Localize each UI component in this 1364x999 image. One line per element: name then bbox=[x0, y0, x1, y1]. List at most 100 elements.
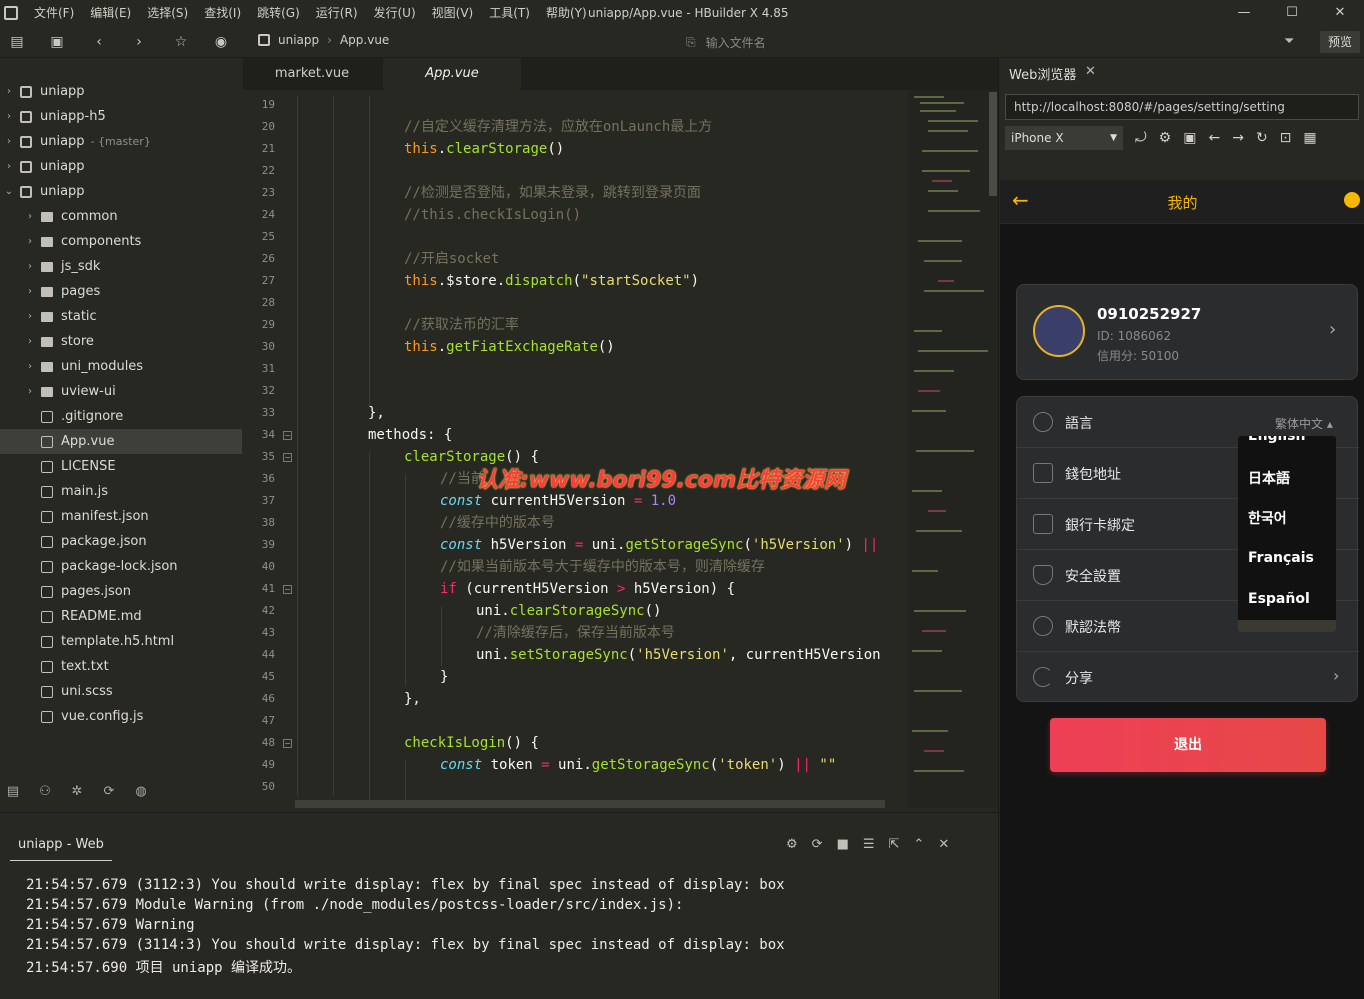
chevron-icon[interactable]: › bbox=[25, 311, 35, 322]
open-external-icon[interactable]: ⇱ bbox=[889, 837, 900, 852]
tree-item[interactable]: › uniapp bbox=[0, 79, 242, 104]
screenshot-icon[interactable]: ▣ bbox=[1183, 130, 1196, 146]
tree-item[interactable]: LICENSE bbox=[0, 454, 242, 479]
device-select[interactable]: iPhone X ▼ bbox=[1005, 126, 1123, 150]
chevron-icon[interactable]: › bbox=[25, 286, 35, 297]
fold-toggle-icon[interactable]: − bbox=[283, 431, 292, 440]
tree-item[interactable]: › pages bbox=[0, 279, 242, 304]
tree-item[interactable]: › common bbox=[0, 204, 242, 229]
tree-item[interactable]: App.vue bbox=[0, 429, 242, 454]
tree-item[interactable]: README.md bbox=[0, 604, 242, 629]
tree-item[interactable]: manifest.json bbox=[0, 504, 242, 529]
chevron-icon[interactable]: › bbox=[25, 236, 35, 247]
menu-select[interactable]: 选择(S) bbox=[139, 0, 196, 26]
editor-horizontal-scrollbar[interactable] bbox=[295, 800, 885, 808]
editor-vertical-scrollbar[interactable] bbox=[988, 90, 998, 808]
browser-tab-close-icon[interactable]: ✕ bbox=[1085, 64, 1096, 79]
chevron-icon[interactable]: ⌄ bbox=[4, 186, 14, 197]
menu-view[interactable]: 视图(V) bbox=[424, 0, 482, 26]
chevron-icon[interactable]: › bbox=[25, 261, 35, 272]
tree-item[interactable]: › components bbox=[0, 229, 242, 254]
fold-toggle-icon[interactable]: − bbox=[283, 453, 292, 462]
language-option-korean[interactable]: 한국어 bbox=[1248, 508, 1287, 528]
user-card[interactable]: 0910252927 ID: 1086062 信用分: 50100 › bbox=[1016, 284, 1358, 380]
explorer-icon[interactable]: ▤ bbox=[4, 784, 22, 802]
language-option-english[interactable]: English bbox=[1248, 436, 1305, 444]
forward-icon[interactable]: › bbox=[130, 33, 148, 51]
close-button[interactable]: ✕ bbox=[1316, 0, 1364, 26]
flame-icon[interactable] bbox=[1344, 192, 1360, 208]
back-icon[interactable]: ‹ bbox=[90, 33, 108, 51]
debug-bug-icon[interactable]: ✲ bbox=[68, 784, 86, 802]
browser-tab[interactable]: Web浏览器 bbox=[1009, 64, 1076, 83]
breadcrumb-file[interactable]: App.vue bbox=[340, 33, 389, 47]
filter-icon[interactable]: ⏷ bbox=[1284, 34, 1294, 49]
chevron-icon[interactable]: › bbox=[4, 86, 14, 97]
minimize-button[interactable]: — bbox=[1220, 0, 1268, 26]
tree-item[interactable]: › store bbox=[0, 329, 242, 354]
chevron-icon[interactable]: › bbox=[25, 386, 35, 397]
tree-item[interactable]: › uview-ui bbox=[0, 379, 242, 404]
logout-button[interactable]: 退出 bbox=[1050, 718, 1326, 772]
tree-item[interactable]: main.js bbox=[0, 479, 242, 504]
tab-app-vue[interactable]: App.vue bbox=[383, 58, 521, 90]
language-option-french[interactable]: Français bbox=[1248, 550, 1314, 566]
menu-run[interactable]: 运行(R) bbox=[308, 0, 366, 26]
restart-icon[interactable]: ⟳ bbox=[812, 837, 823, 852]
tree-item[interactable]: ⌄ uniapp bbox=[0, 179, 242, 204]
tree-item[interactable]: uni.scss bbox=[0, 679, 242, 704]
menu-tools[interactable]: 工具(T) bbox=[481, 0, 538, 26]
tree-item[interactable]: package.json bbox=[0, 529, 242, 554]
tree-item[interactable]: vue.config.js bbox=[0, 704, 242, 729]
file-search-input[interactable]: ⎘ 输入文件名 bbox=[686, 32, 1266, 52]
forward-arrow-icon[interactable]: → bbox=[1232, 130, 1244, 146]
language-option-japanese[interactable]: 日本語 bbox=[1248, 468, 1290, 488]
favorite-star-icon[interactable]: ☆ bbox=[172, 33, 190, 51]
back-arrow-icon[interactable]: ← bbox=[1208, 130, 1220, 146]
tree-item[interactable]: › uniapp - {master} bbox=[0, 129, 242, 154]
tree-item[interactable]: › uni_modules bbox=[0, 354, 242, 379]
chevron-icon[interactable]: › bbox=[25, 361, 35, 372]
tree-item[interactable]: text.txt bbox=[0, 654, 242, 679]
settings-icon[interactable]: ⚙ bbox=[1159, 130, 1172, 146]
tree-item[interactable]: template.h5.html bbox=[0, 629, 242, 654]
tree-item[interactable]: › uniapp-h5 bbox=[0, 104, 242, 129]
stop-icon[interactable]: ■ bbox=[837, 837, 849, 852]
run-icon[interactable]: ◉ bbox=[212, 33, 230, 51]
menu-edit[interactable]: 编辑(E) bbox=[82, 0, 139, 26]
tree-item[interactable]: .gitignore bbox=[0, 404, 242, 429]
tree-item[interactable]: › static bbox=[0, 304, 242, 329]
save-icon[interactable]: ▣ bbox=[48, 33, 66, 51]
chevron-icon[interactable]: › bbox=[4, 111, 14, 122]
menu-item-share[interactable]: 分享 › bbox=[1017, 652, 1359, 703]
chevron-icon[interactable]: › bbox=[25, 211, 35, 222]
plugin-icon[interactable]: ⚇ bbox=[36, 784, 54, 802]
chevron-icon[interactable]: › bbox=[4, 136, 14, 147]
tree-item[interactable]: pages.json bbox=[0, 579, 242, 604]
menu-goto[interactable]: 跳转(G) bbox=[249, 0, 308, 26]
filter-log-icon[interactable]: ☰ bbox=[863, 837, 875, 852]
maximize-button[interactable]: ☐ bbox=[1268, 0, 1316, 26]
minimap[interactable] bbox=[908, 90, 988, 808]
menu-find[interactable]: 查找(I) bbox=[196, 0, 249, 26]
lock-icon[interactable]: ⊡ bbox=[1280, 130, 1292, 146]
rotate-icon[interactable]: ⤾ bbox=[1135, 130, 1147, 146]
language-option-spanish[interactable]: Español bbox=[1248, 591, 1310, 607]
new-file-icon[interactable]: ▤ bbox=[8, 33, 26, 51]
tab-market-vue[interactable]: market.vue bbox=[243, 58, 381, 90]
close-console-icon[interactable]: ✕ bbox=[938, 837, 949, 852]
chevron-icon[interactable]: › bbox=[4, 161, 14, 172]
console-tab[interactable]: uniapp - Web bbox=[10, 837, 112, 861]
browser-url-input[interactable]: http://localhost:8080/#/pages/setting/se… bbox=[1005, 94, 1359, 120]
tree-item[interactable]: › uniapp bbox=[0, 154, 242, 179]
preview-button[interactable]: 预览 bbox=[1320, 31, 1360, 53]
breadcrumb-project[interactable]: uniapp bbox=[278, 33, 319, 47]
tree-item[interactable]: › js_sdk bbox=[0, 254, 242, 279]
fold-toggle-icon[interactable]: − bbox=[283, 585, 292, 594]
editor-scrollbar-thumb[interactable] bbox=[989, 92, 997, 196]
debug-icon[interactable]: ⚙ bbox=[786, 837, 798, 852]
qrcode-icon[interactable]: ▦ bbox=[1303, 130, 1316, 146]
chevron-icon[interactable]: › bbox=[25, 336, 35, 347]
reload-icon[interactable]: ↻ bbox=[1256, 130, 1268, 146]
menu-file[interactable]: 文件(F) bbox=[26, 0, 82, 26]
